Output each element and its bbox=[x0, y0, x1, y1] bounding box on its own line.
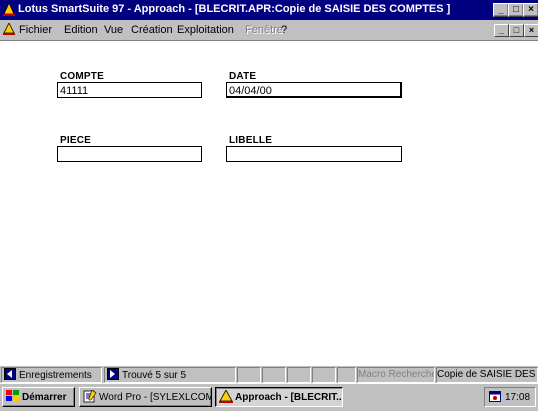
window-title: Lotus SmartSuite 97 - Approach - [BLECRI… bbox=[18, 3, 451, 15]
status-bar: Enregistrements Trouvé 5 sur 5 Macro Rec… bbox=[0, 365, 538, 383]
menu-bar: Fichier Edition Vue Création Exploitatio… bbox=[0, 20, 538, 41]
taskbar-approach-label: Approach - [BLECRIT... bbox=[235, 392, 343, 403]
form-name-status[interactable]: Copie de SAISIE DES CO bbox=[436, 367, 538, 383]
status-cell-empty-4 bbox=[312, 367, 336, 383]
minimize-button[interactable]: _ bbox=[493, 3, 509, 17]
taskbar: Démarrer Word Pro - [SYLEXLCOM... Approa… bbox=[0, 383, 538, 411]
view-mode-status[interactable]: Enregistrements bbox=[1, 367, 102, 383]
date-label: DATE bbox=[229, 71, 257, 82]
view-toggle-icon[interactable] bbox=[4, 368, 16, 380]
approach-app-icon[interactable] bbox=[3, 3, 15, 16]
doc-restore-button[interactable]: □ bbox=[509, 24, 524, 37]
form-area: COMPTE 41111 DATE 04/04/00 PIECE LIBELLE bbox=[0, 41, 538, 364]
doc-close-button[interactable]: × bbox=[524, 24, 538, 37]
document-icon[interactable] bbox=[3, 23, 15, 35]
status-cell-empty-2 bbox=[262, 367, 286, 383]
start-label: Démarrer bbox=[22, 392, 67, 403]
doc-minimize-button[interactable]: _ bbox=[494, 24, 509, 37]
scheduler-tray-icon[interactable] bbox=[489, 391, 501, 402]
approach-taskbar-icon bbox=[219, 389, 233, 403]
status-cell-empty-1 bbox=[237, 367, 261, 383]
close-button[interactable]: × bbox=[523, 3, 538, 17]
piece-field[interactable] bbox=[57, 146, 202, 162]
menu-fenetre: Fenêtre bbox=[245, 24, 283, 36]
taskbar-approach-button[interactable]: Approach - [BLECRIT... bbox=[215, 387, 343, 407]
libelle-field[interactable] bbox=[226, 146, 402, 162]
view-mode-label: Enregistrements bbox=[19, 370, 92, 381]
windows-logo-icon bbox=[6, 390, 19, 401]
menu-help[interactable]: ? bbox=[281, 24, 287, 36]
taskbar-wordpro-button[interactable]: Word Pro - [SYLEXLCOM... bbox=[79, 387, 212, 407]
menu-exploitation[interactable]: Exploitation bbox=[177, 24, 234, 36]
record-nav-icon[interactable] bbox=[107, 368, 119, 380]
compte-field[interactable]: 41111 bbox=[57, 82, 202, 98]
menu-creation[interactable]: Création bbox=[131, 24, 173, 36]
record-count-label: Trouvé 5 sur 5 bbox=[122, 370, 187, 381]
menu-vue[interactable]: Vue bbox=[104, 24, 123, 36]
system-tray: 17:08 bbox=[484, 387, 536, 407]
date-field[interactable]: 04/04/00 bbox=[226, 82, 402, 98]
macro-status[interactable]: Macro Recherche bbox=[357, 367, 435, 383]
status-cell-empty-5 bbox=[337, 367, 356, 383]
libelle-label: LIBELLE bbox=[229, 135, 273, 146]
menu-fichier[interactable]: Fichier bbox=[19, 24, 52, 36]
clock[interactable]: 17:08 bbox=[505, 392, 530, 403]
taskbar-wordpro-label: Word Pro - [SYLEXLCOM... bbox=[99, 392, 212, 403]
window-titlebar[interactable]: Lotus SmartSuite 97 - Approach - [BLECRI… bbox=[0, 0, 538, 20]
start-button[interactable]: Démarrer bbox=[2, 387, 75, 407]
compte-label: COMPTE bbox=[60, 71, 104, 82]
menu-edition[interactable]: Edition bbox=[64, 24, 98, 36]
maximize-button[interactable]: □ bbox=[508, 3, 524, 17]
piece-label: PIECE bbox=[60, 135, 92, 146]
status-cell-empty-3 bbox=[287, 367, 311, 383]
wordpro-icon bbox=[83, 389, 97, 403]
record-count-status[interactable]: Trouvé 5 sur 5 bbox=[104, 367, 236, 383]
